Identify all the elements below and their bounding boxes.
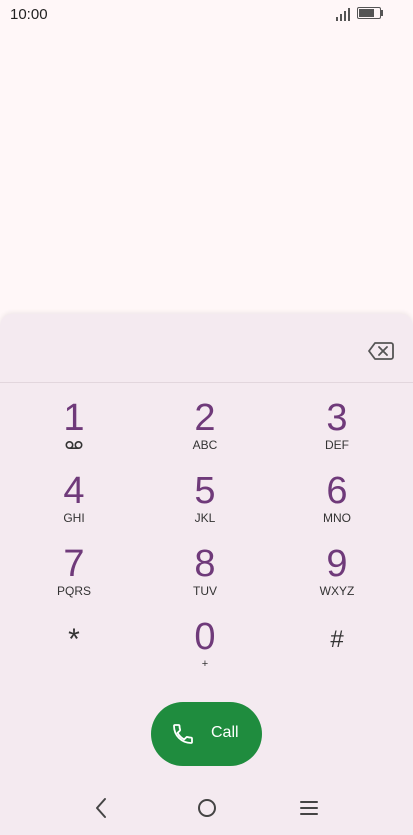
dialed-number-display <box>0 30 413 314</box>
key-digit: 6 <box>326 470 348 512</box>
signal-icon <box>336 8 352 21</box>
key-digit: # <box>330 626 344 653</box>
dial-key-5[interactable]: 5 JKL <box>145 471 265 537</box>
dial-key-3[interactable]: 3 DEF <box>277 398 397 464</box>
key-letters: JKL <box>194 511 216 525</box>
back-button[interactable] <box>86 794 116 822</box>
status-bar: 10:00 <box>0 0 413 30</box>
dial-key-8[interactable]: 8 TUV <box>145 544 265 610</box>
key-letters: + <box>201 658 209 670</box>
key-letters: GHI <box>63 511 85 525</box>
call-label: Call <box>211 724 239 741</box>
key-letters: DEF <box>325 438 349 452</box>
voicemail-icon <box>65 440 83 450</box>
back-icon <box>96 798 106 818</box>
dial-key-2[interactable]: 2 ABC <box>145 398 265 464</box>
key-digit: 9 <box>326 543 348 585</box>
recents-button[interactable] <box>294 794 324 822</box>
key-digit: 5 <box>194 470 216 512</box>
divider <box>0 382 413 383</box>
home-button[interactable] <box>192 794 222 822</box>
key-letters: WXYZ <box>319 584 355 598</box>
navigation-bar <box>0 780 413 835</box>
recents-icon <box>300 801 318 815</box>
key-letters: PQRS <box>56 584 91 598</box>
dial-key-7[interactable]: 7 PQRS <box>14 544 134 610</box>
key-digit: 8 <box>194 543 216 585</box>
home-icon <box>198 799 216 817</box>
battery-icon <box>357 7 381 19</box>
dial-key-6[interactable]: 6 MNO <box>277 471 397 537</box>
phone-icon <box>173 724 193 744</box>
key-digit: 3 <box>326 397 348 439</box>
backspace-icon <box>368 342 394 360</box>
dial-key-9[interactable]: 9 WXYZ <box>277 544 397 610</box>
dial-key-0[interactable]: 0 + <box>145 617 265 683</box>
dial-key-star[interactable]: * <box>14 620 134 686</box>
status-time: 10:00 <box>10 6 48 23</box>
key-digit: 4 <box>63 470 85 512</box>
dial-key-1[interactable]: 1 <box>14 398 134 464</box>
key-digit: * <box>68 623 80 656</box>
dial-key-4[interactable]: 4 GHI <box>14 471 134 537</box>
key-letters: MNO <box>323 511 351 525</box>
dial-key-pound[interactable]: # <box>277 620 397 686</box>
key-digit: 2 <box>194 397 216 439</box>
key-letters: TUV <box>193 584 217 598</box>
key-digit: 0 <box>194 616 216 658</box>
backspace-button[interactable] <box>367 340 395 362</box>
key-digit: 7 <box>63 543 85 585</box>
key-letters: ABC <box>192 438 218 452</box>
key-digit: 1 <box>63 397 85 439</box>
call-button[interactable]: Call <box>151 702 262 766</box>
